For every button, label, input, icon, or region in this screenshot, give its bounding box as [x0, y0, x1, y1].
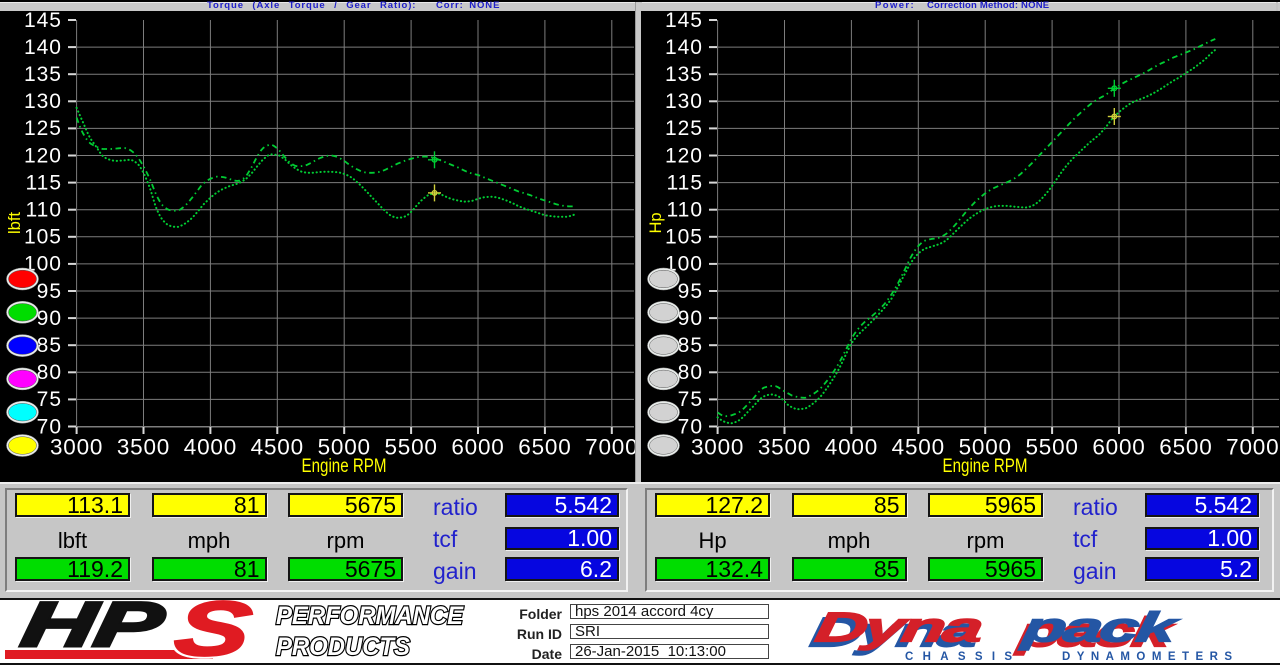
svg-text:140: 140 — [24, 36, 62, 59]
svg-text:5500: 5500 — [1025, 435, 1078, 460]
svg-text:95: 95 — [37, 280, 62, 303]
svg-text:lbft: lbft — [6, 212, 24, 234]
svg-text:80: 80 — [678, 361, 703, 384]
svg-text:PERFORMANCE: PERFORMANCE — [276, 602, 464, 630]
svg-text:125: 125 — [665, 117, 703, 140]
svg-text:130: 130 — [665, 90, 703, 113]
svg-text:115: 115 — [26, 171, 62, 194]
svg-text:145: 145 — [24, 11, 62, 32]
svg-text:Engine RPM: Engine RPM — [943, 455, 1028, 477]
svg-text:3500: 3500 — [758, 435, 811, 460]
svg-text:110: 110 — [26, 199, 62, 222]
svg-text:3000: 3000 — [691, 435, 744, 460]
svg-text:4000: 4000 — [825, 435, 878, 460]
svg-text:85: 85 — [37, 334, 62, 357]
svg-text:145: 145 — [665, 11, 703, 32]
svg-text:90: 90 — [678, 307, 703, 330]
svg-text:4000: 4000 — [184, 435, 237, 460]
svg-text:135: 135 — [24, 63, 62, 86]
svg-text:S: S — [169, 600, 257, 663]
svg-text:3500: 3500 — [117, 435, 170, 460]
svg-text:105: 105 — [665, 226, 703, 249]
svg-text:6500: 6500 — [1159, 435, 1212, 460]
svg-text:4500: 4500 — [892, 435, 945, 460]
svg-text:HP: HP — [17, 600, 170, 659]
svg-text:125: 125 — [24, 117, 62, 140]
svg-text:95: 95 — [678, 280, 703, 303]
svg-text:Hp: Hp — [647, 212, 665, 233]
svg-text:PRODUCTS: PRODUCTS — [276, 633, 410, 661]
svg-text:105: 105 — [24, 226, 62, 249]
svg-text:110: 110 — [667, 199, 703, 222]
svg-text:120: 120 — [665, 144, 703, 167]
svg-text:Engine RPM: Engine RPM — [302, 455, 387, 477]
svg-text:3000: 3000 — [50, 435, 103, 460]
svg-text:7000: 7000 — [585, 435, 635, 460]
svg-text:7000: 7000 — [1226, 435, 1279, 460]
svg-text:6500: 6500 — [518, 435, 571, 460]
svg-text:80: 80 — [37, 361, 62, 384]
svg-text:130: 130 — [24, 90, 62, 113]
svg-text:6000: 6000 — [1092, 435, 1145, 460]
svg-text:115: 115 — [667, 171, 703, 194]
svg-text:75: 75 — [678, 388, 703, 411]
svg-text:4500: 4500 — [251, 435, 304, 460]
svg-text:pack: pack — [1017, 604, 1183, 650]
svg-text:85: 85 — [678, 334, 703, 357]
svg-text:6000: 6000 — [451, 435, 504, 460]
svg-text:140: 140 — [665, 36, 703, 59]
svg-text:135: 135 — [665, 63, 703, 86]
svg-text:90: 90 — [37, 307, 62, 330]
svg-text:5500: 5500 — [384, 435, 437, 460]
svg-text:75: 75 — [37, 388, 62, 411]
svg-text:120: 120 — [24, 144, 62, 167]
svg-text:Dyna: Dyna — [812, 604, 986, 651]
